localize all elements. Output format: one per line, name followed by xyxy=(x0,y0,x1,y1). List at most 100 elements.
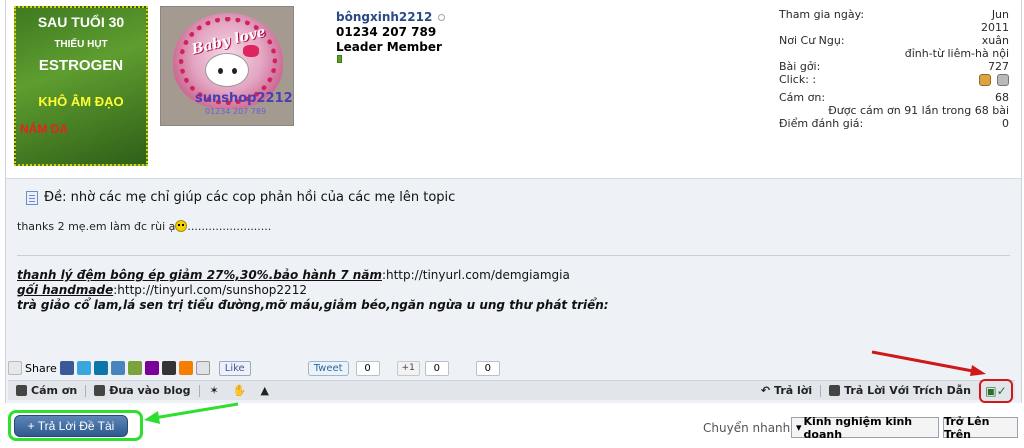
add-to-blog-button[interactable]: Đưa vào blog xyxy=(94,384,191,397)
avatar-watermark: sunshop2212 xyxy=(195,91,293,106)
signature-link[interactable]: gối handmade xyxy=(17,283,113,297)
thanks-button[interactable]: Cám ơn xyxy=(16,384,77,397)
avatar-phone: 01234 207 789 xyxy=(205,107,267,116)
smiley-icon xyxy=(175,220,188,232)
quick-nav-select[interactable]: ▾ Kinh nghiệm kinh doanh xyxy=(791,414,939,441)
user-info-panel: Tham gia ngày: Jun 2011 Nơi Cư Ngụ: xuân… xyxy=(779,8,1009,130)
message-dots: ........................ xyxy=(187,220,272,233)
user-phone: 01234 207 789 xyxy=(336,25,437,39)
post-user-bar: SAU TUỔI 30 THIẾU HỤT ESTROGEN KHÔ ÂM ĐẠ… xyxy=(6,0,1021,178)
blogger-icon[interactable] xyxy=(178,361,193,375)
join-date-year: 2011 xyxy=(981,21,1009,34)
multi-quote-icon: ▣✓ xyxy=(985,383,1007,398)
email-icon[interactable] xyxy=(195,361,210,375)
star-button[interactable]: ✶ xyxy=(210,384,219,397)
ad-banner[interactable]: SAU TUỔI 30 THIẾU HỤT ESTROGEN KHÔ ÂM ĐẠ… xyxy=(14,6,148,166)
bow xyxy=(243,45,259,57)
thanked-text: Được cám ơn 91 lần trong 68 bài xyxy=(828,104,1009,117)
reply-thread-label: + Trả Lời Đề Tài xyxy=(27,419,115,433)
signature-link[interactable]: thanh lý đệm bông ép giảm 27%,30%.bảo hà… xyxy=(17,268,382,282)
document-icon xyxy=(26,190,38,205)
hello-kitty-face xyxy=(205,53,249,87)
yahoo-icon[interactable] xyxy=(144,361,159,375)
join-date-row: Tham gia ngày: Jun xyxy=(779,8,1009,21)
thumbs-down-icon[interactable] xyxy=(997,73,1009,86)
separator xyxy=(820,384,822,397)
tweet-label: Tweet xyxy=(313,362,343,374)
go-to-top-label: Trở Lên Trên xyxy=(944,414,990,441)
wordpress-icon[interactable] xyxy=(161,361,176,375)
multi-quote-button[interactable]: ▣✓ xyxy=(979,378,1013,403)
reply-with-quote-label: Trả Lời Với Trích Dẫn xyxy=(844,384,971,397)
offline-status-icon xyxy=(438,14,446,21)
username-link[interactable]: bôngxinh2212 xyxy=(336,10,446,24)
plus-one-count: 0 xyxy=(424,360,449,376)
post-title-text: Đề: nhờ các mẹ chỉ giúp các cop phản hồi… xyxy=(44,190,456,205)
thumbs-up-icon[interactable] xyxy=(979,73,991,86)
share-bar: Share Like Tweet 0 +1 0 0 xyxy=(8,359,1013,377)
ad-line: ESTROGEN xyxy=(38,57,124,74)
star-icon: ✶ xyxy=(209,384,219,397)
linkedin-icon[interactable] xyxy=(93,361,108,375)
separator xyxy=(198,384,200,397)
signature: thanh lý đệm bông ép giảm 27%,30%.bảo hà… xyxy=(17,268,609,313)
facebook-icon[interactable] xyxy=(59,361,74,375)
myspace-icon[interactable] xyxy=(127,361,142,375)
google-plus-one-button[interactable]: +1 xyxy=(396,360,420,376)
thanks-icon xyxy=(16,385,27,396)
signature-url[interactable]: :http://tinyurl.com/sunshop2212 xyxy=(113,283,307,297)
warning-icon: ▲ xyxy=(260,384,269,397)
other-share-count: 0 xyxy=(475,360,500,376)
message-text: thanks 2 mẹ.em làm đc rùi ạ xyxy=(17,220,176,233)
separator xyxy=(85,384,87,397)
click-label: Click: : xyxy=(779,73,817,86)
tweet-count: 0 xyxy=(355,360,380,376)
eye xyxy=(218,68,223,74)
share-icon[interactable] xyxy=(8,361,22,375)
username[interactable]: bôngxinh2212 xyxy=(336,10,432,24)
join-date-value: Jun xyxy=(991,8,1009,21)
ad-line: SAU TUỔI 30 xyxy=(37,14,125,30)
thanks-value: 68 xyxy=(995,91,1009,104)
thanks-button-label: Cám ơn xyxy=(31,384,78,397)
rate-button[interactable]: ✋ xyxy=(233,384,247,397)
score-row: Điểm đánh giá: 0 xyxy=(779,117,1009,130)
divider xyxy=(6,178,1021,179)
quote-icon xyxy=(829,385,841,396)
location-row: Nơi Cư Ngụ: xuân xyxy=(779,34,1009,47)
thanks-label: Cám ơn: xyxy=(779,91,826,104)
action-bar-right: ↶ Trả lời Trả Lời Với Trích Dẫn ▣✓ xyxy=(753,378,1015,403)
signature-line-2: gối handmade:http://tinyurl.com/sunshop2… xyxy=(17,283,609,298)
quick-nav-value: Kinh nghiệm kinh doanh xyxy=(803,414,913,441)
tweet-button[interactable]: Tweet xyxy=(307,360,349,376)
red-arrow-annotation xyxy=(871,350,986,376)
ad-line: NÁM DA xyxy=(20,122,68,136)
report-button[interactable]: ▲ xyxy=(260,384,268,397)
facebook-like-button[interactable]: Like xyxy=(218,360,251,376)
posts-row: Bài gởi: 727 xyxy=(779,60,1009,73)
click-row: Click: : xyxy=(779,73,1009,86)
go-to-top-button[interactable]: Trở Lên Trên xyxy=(943,414,1018,441)
add-to-blog-label: Đưa vào blog xyxy=(109,384,191,397)
user-rank-title: Leader Member xyxy=(336,40,442,54)
rate-icon: ✋ xyxy=(232,384,247,397)
location-value-cont: đỉnh-từ liêm-hà nội xyxy=(904,47,1009,60)
reply-button[interactable]: ↶ Trả lời xyxy=(761,384,812,397)
eye xyxy=(232,68,237,74)
reply-thread-button[interactable]: + Trả Lời Đề Tài xyxy=(14,415,128,437)
score-label: Điểm đánh giá: xyxy=(779,117,864,130)
reply-with-quote-button[interactable]: Trả Lời Với Trích Dẫn xyxy=(829,384,971,397)
post-title: Đề: nhờ các mẹ chỉ giúp các cop phản hồi… xyxy=(26,190,455,205)
join-date-label: Tham gia ngày: xyxy=(779,8,865,21)
dropdown-arrow-icon: ▾ xyxy=(796,421,802,434)
twitter-icon[interactable] xyxy=(76,361,91,375)
share-label[interactable]: Share xyxy=(25,362,57,375)
avatar[interactable]: Baby love sunshop2212 01234 207 789 xyxy=(160,6,294,126)
thanks-row: Cám ơn: 68 xyxy=(779,91,1009,104)
signature-url[interactable]: :http://tinyurl.com/demgiamgia xyxy=(382,268,570,282)
signature-divider xyxy=(17,255,1010,256)
post-action-bar: Cám ơn Đưa vào blog ✶ ✋ ▲ ↶ Trả lời Trả … xyxy=(8,378,1015,403)
plus-one-label: +1 xyxy=(401,363,415,373)
ad-line: THIẾU HỤT xyxy=(54,39,108,50)
digg-icon[interactable] xyxy=(110,361,125,375)
